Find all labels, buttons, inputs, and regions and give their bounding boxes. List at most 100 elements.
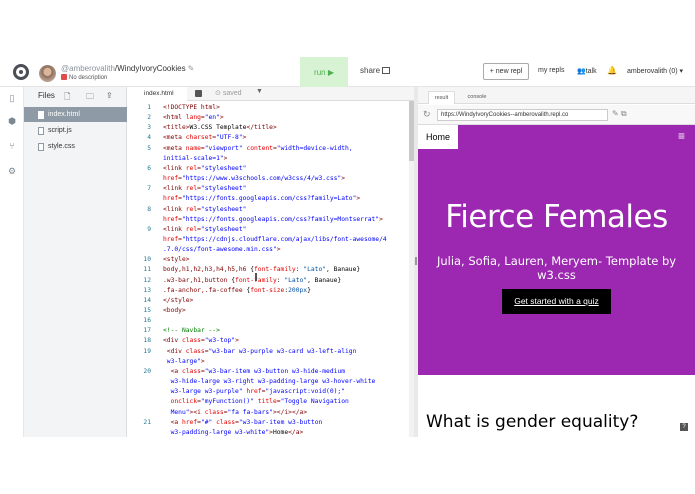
code-line: href="https://cdnjs.cloudflare.com/ajax/… xyxy=(163,235,387,245)
code-token: class xyxy=(181,367,201,375)
settings-gear-icon[interactable]: ⚙ xyxy=(7,166,17,176)
tab-index-html[interactable]: index.html xyxy=(127,87,187,101)
new-folder-icon[interactable]: 🗀 xyxy=(86,91,94,105)
code-token: <body> xyxy=(163,307,186,314)
code-token: ><i xyxy=(189,408,205,416)
code-line: body,h1,h2,h3,h4,h5,h6 {font-family: "La… xyxy=(163,265,360,275)
code-token: <title> xyxy=(163,124,190,132)
user-menu[interactable]: amberovalith (0) ▾ xyxy=(627,67,683,75)
code-token: <style> xyxy=(163,256,190,264)
code-token: class xyxy=(185,347,205,355)
run-button[interactable]: run ▶ xyxy=(300,57,348,87)
talk-link[interactable]: 👥talk xyxy=(577,67,597,75)
repl-title[interactable]: @amberovalith/WindyIvoryCookies ✎ xyxy=(61,64,194,73)
hamburger-menu-icon[interactable]: ≡ xyxy=(678,129,685,143)
code-line: <!-- Navbar --> xyxy=(163,326,220,336)
version-control-icon[interactable]: ⑂ xyxy=(7,141,17,151)
help-icon[interactable]: ? xyxy=(680,423,688,431)
new-repl-button[interactable]: + new repl xyxy=(483,63,529,80)
line-number: 8 xyxy=(147,205,151,213)
editor-tabs: index.html ⊙ saved ▼ xyxy=(127,87,414,101)
share-button[interactable]: share xyxy=(360,66,391,75)
line-number: 17 xyxy=(143,327,151,335)
new-file-icon[interactable]: 🗋 xyxy=(64,91,70,105)
code-token: onclick xyxy=(163,398,198,406)
my-repls-link[interactable]: my repls xyxy=(538,67,564,74)
nav-home-link[interactable]: Home xyxy=(418,125,458,149)
code-token: , Banaue} xyxy=(307,276,342,284)
talk-label: talk xyxy=(585,68,597,75)
refresh-icon[interactable]: ↻ xyxy=(423,109,431,120)
code-line: <link rel="stylesheet" xyxy=(163,225,246,235)
code-line: href="https://fonts.googleapis.com/css?f… xyxy=(163,194,360,204)
file-item-script-js[interactable]: script.js xyxy=(24,123,127,138)
url-field[interactable]: https://WindyIvoryCookies--amberovalith.… xyxy=(437,109,608,121)
file-item-index-html[interactable]: index.html xyxy=(24,107,127,122)
code-token: <link xyxy=(163,225,186,233)
tab-console[interactable]: console xyxy=(460,91,494,104)
code-token: name xyxy=(185,144,201,152)
line-number: 19 xyxy=(143,347,151,355)
preview-pane: result console ↻ https://WindyIvoryCooki… xyxy=(418,87,695,437)
left-rail: ▯ ⬢ ⑂ ⚙ xyxy=(0,87,24,437)
file-label: style.css xyxy=(48,143,75,150)
avatar[interactable] xyxy=(39,65,56,82)
preview-address-bar: ↻ https://WindyIvoryCookies--amberovalit… xyxy=(418,105,695,125)
hero-subtitle: Julia, Sofia, Lauren, Meryem- Template b… xyxy=(436,254,677,282)
upload-icon[interactable]: ⇪ xyxy=(106,91,113,100)
code-token: rel xyxy=(185,205,198,213)
code-token: class xyxy=(181,337,201,345)
code-line: <a href="#" class="w3-bar-item w3-button xyxy=(163,418,323,428)
line-number: 16 xyxy=(143,317,151,325)
edit-icon[interactable]: ✎ ⧉ xyxy=(612,109,627,119)
code-token: "Lato" xyxy=(284,276,308,284)
line-number: 13 xyxy=(143,286,151,294)
code-token: > xyxy=(242,134,247,142)
code-token: "w3-top" xyxy=(204,337,236,345)
code-line: initial-scale=1"> xyxy=(163,154,227,164)
chevron-down-icon[interactable]: ▼ xyxy=(256,88,263,95)
code-token: "w3-bar w3-purple w3-card w3-left-align xyxy=(208,347,357,355)
code-token: <a xyxy=(163,367,182,375)
line-number: 4 xyxy=(147,134,151,142)
line-number: 20 xyxy=(143,367,151,375)
code-line: </style> xyxy=(163,296,193,306)
owner-name[interactable]: @amberovalith xyxy=(61,64,115,73)
splitter-handle-icon[interactable] xyxy=(415,257,417,265)
code-token: "en" xyxy=(204,114,220,122)
line-number: 12 xyxy=(143,276,151,284)
code-token: Menu" xyxy=(163,408,190,416)
code-token: "https://fonts.googleapis.com/css?family… xyxy=(181,195,357,203)
file-item-style-css[interactable]: style.css xyxy=(24,139,127,154)
code-editor[interactable]: 1 <!DOCTYPE html> 2 <html lang="en"> 3 <title… xyxy=(127,101,409,437)
save-icon[interactable] xyxy=(195,90,202,97)
share-label: share xyxy=(360,66,381,75)
package-icon[interactable]: ⬢ xyxy=(7,116,17,126)
files-icon[interactable]: ▯ xyxy=(7,93,17,103)
code-token: 200px xyxy=(288,286,308,294)
edit-pencil-icon[interactable]: ✎ xyxy=(188,64,195,73)
quiz-button[interactable]: Get started with a quiz xyxy=(502,289,611,314)
code-token: "https://fonts.googleapis.com/css?family… xyxy=(181,215,380,223)
code-token: "width=device-width, xyxy=(276,144,353,152)
save-status: ⊙ saved xyxy=(215,90,242,97)
code-line: <meta charset="UTF-8"> xyxy=(163,133,246,143)
code-line: .7.0/css/font-awesome.min.css"> xyxy=(163,245,281,255)
bell-icon[interactable]: 🔔 xyxy=(607,66,617,75)
code-token: "myFunction()" xyxy=(200,398,254,406)
repl-description: No description xyxy=(61,74,107,81)
code-token: content xyxy=(246,144,273,152)
line-number: 11 xyxy=(143,266,151,274)
code-token: rel xyxy=(185,164,198,172)
repl-name[interactable]: /WindyIvoryCookies xyxy=(115,64,186,73)
code-token: w3-large w3-purple" xyxy=(163,388,243,396)
code-token: > xyxy=(379,215,383,223)
code-token: "w3-bar-item w3-button w3-hide-medium xyxy=(204,367,346,375)
code-token: "Toggle Navigation xyxy=(280,398,349,406)
repl-logo-icon[interactable] xyxy=(13,64,29,80)
line-number: 6 xyxy=(147,164,151,172)
tab-result[interactable]: result xyxy=(428,91,455,104)
code-token: title xyxy=(257,398,277,406)
code-token: "#" xyxy=(200,418,213,426)
code-token: > xyxy=(356,195,361,203)
